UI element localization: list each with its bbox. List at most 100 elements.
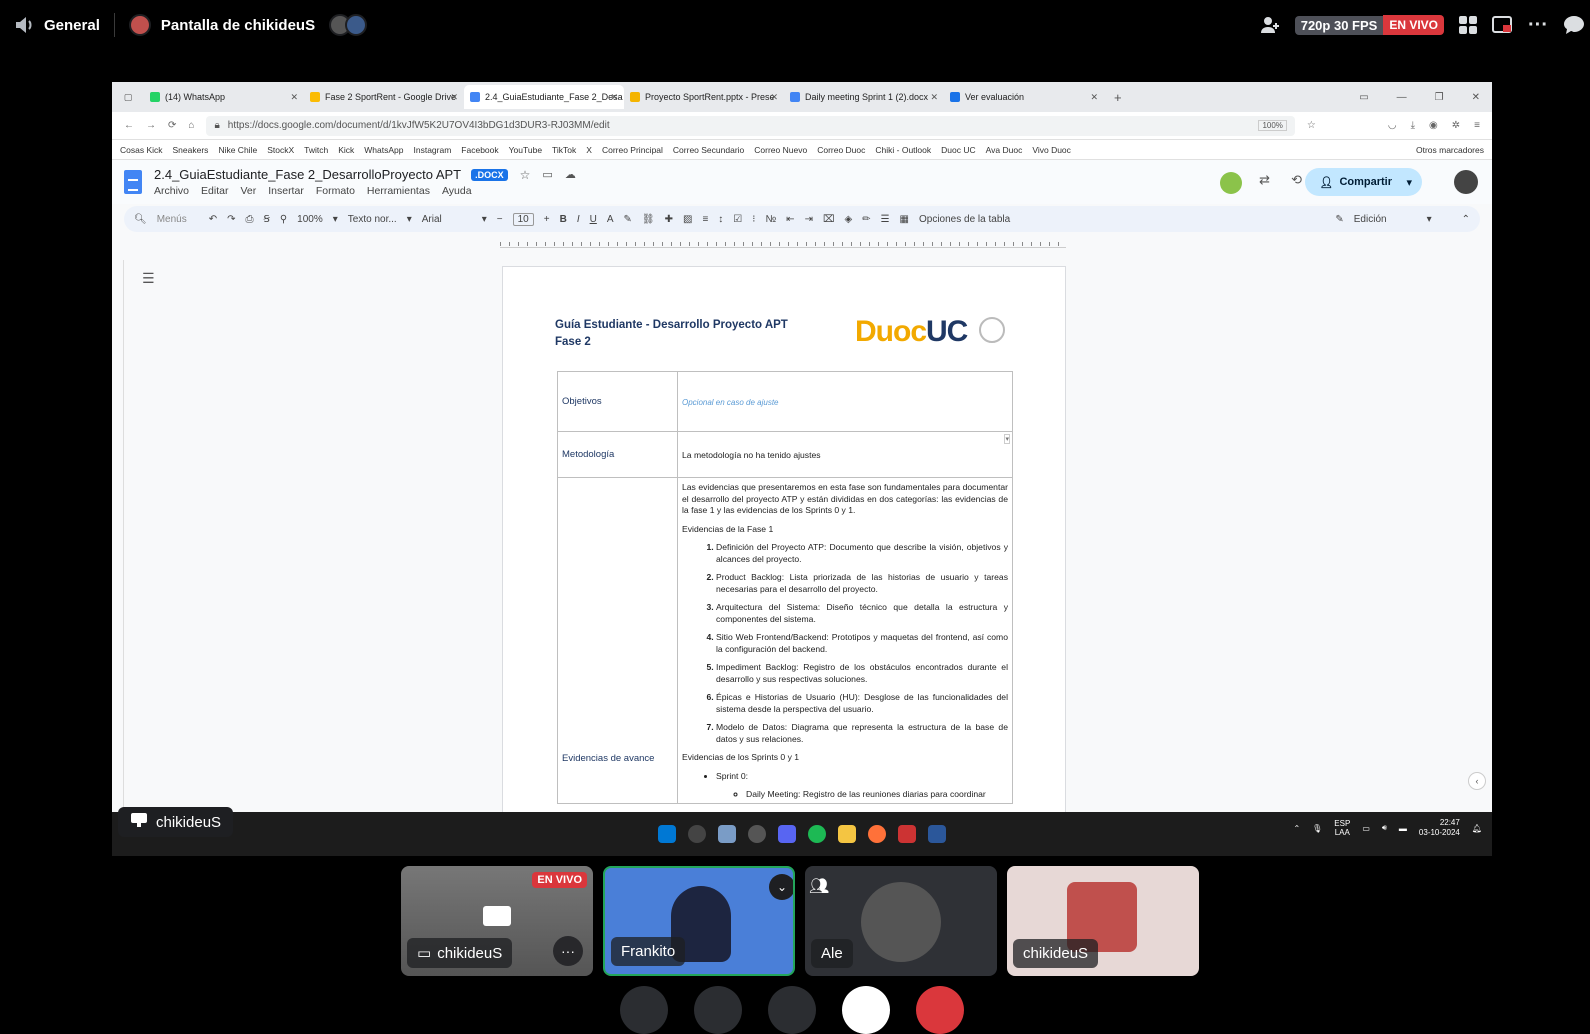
zoom-select[interactable]: 100% xyxy=(297,214,323,225)
bookmark-item[interactable]: Correo Nuevo xyxy=(754,145,807,155)
volume-icon[interactable]: 🔊︎ xyxy=(1382,823,1387,833)
close-window-icon[interactable]: ✕ xyxy=(1472,92,1480,103)
bookmark-item[interactable]: Correo Principal xyxy=(602,145,663,155)
bookmark-item[interactable]: Facebook xyxy=(461,145,498,155)
line-spacing-icon[interactable]: ↕ xyxy=(718,214,723,225)
font-size-input[interactable]: 10 xyxy=(512,212,534,226)
back-icon[interactable]: ← xyxy=(124,120,134,131)
meet-icon[interactable]: ⇄ xyxy=(1259,172,1270,188)
collapse-icon[interactable]: ⌃ xyxy=(1462,214,1470,225)
add-friend-icon[interactable] xyxy=(1259,14,1281,36)
channel-name[interactable]: General xyxy=(44,17,100,34)
numbered-list-icon[interactable]: № xyxy=(765,214,776,225)
bookmark-item[interactable]: Sneakers xyxy=(173,145,209,155)
firefox-icon[interactable] xyxy=(868,825,886,843)
bookmark-item[interactable]: WhatsApp xyxy=(364,145,403,155)
extensions-icon[interactable]: ✲ xyxy=(1452,120,1460,131)
spotify-icon[interactable] xyxy=(808,825,826,843)
menus-search-input[interactable]: Menús xyxy=(157,214,199,225)
other-bookmarks[interactable]: Otros marcadores xyxy=(1416,145,1484,155)
history-icon[interactable]: ⟲ xyxy=(1291,172,1302,188)
notification-icon[interactable]: 🔔︎ xyxy=(1472,824,1482,833)
comment-icon[interactable]: ✚ xyxy=(665,214,673,225)
bookmark-item[interactable]: Instagram xyxy=(414,145,452,155)
close-icon[interactable]: ✕ xyxy=(1090,92,1098,103)
chevron-down-icon[interactable]: ▾ xyxy=(1406,176,1412,189)
vertical-ruler[interactable] xyxy=(112,260,124,856)
tab-whatsapp[interactable]: (14) WhatsApp ✕ xyxy=(144,85,304,109)
text-color-icon[interactable]: A xyxy=(607,214,614,225)
bookmark-item[interactable]: Kick xyxy=(338,145,354,155)
participant-tile[interactable]: EN VIVO ▭ chikideuS ··· xyxy=(401,866,593,976)
folder-icon[interactable] xyxy=(838,825,856,843)
tab-drive[interactable]: Fase 2 SportRent - Google Drive ✕ xyxy=(304,85,464,109)
menu-item[interactable]: Editar xyxy=(201,185,228,197)
grid-layout-icon[interactable] xyxy=(1458,15,1478,35)
mic-button[interactable] xyxy=(620,986,668,1034)
search-icon[interactable]: 🔍︎ xyxy=(134,214,147,225)
border-width-icon[interactable]: ☰ xyxy=(881,214,890,225)
more-options-icon[interactable]: ··· xyxy=(1528,14,1548,37)
menu-item[interactable]: Ayuda xyxy=(442,185,472,197)
bookmark-item[interactable]: Duoc UC xyxy=(941,145,975,155)
metodologia-cell[interactable]: La metodología no ha tenido ajustes ▾ xyxy=(677,431,1013,478)
menu-item[interactable]: Herramientas xyxy=(367,185,430,197)
battery-icon[interactable]: ▬ xyxy=(1399,824,1407,833)
bookmark-item[interactable]: YouTube xyxy=(509,145,542,155)
close-icon[interactable]: ✕ xyxy=(770,92,778,103)
bookmark-item[interactable]: Chiki - Outlook xyxy=(875,145,931,155)
style-select[interactable]: Texto nor... xyxy=(348,214,397,225)
bookmark-item[interactable]: Ava Duoc xyxy=(986,145,1023,155)
tab-daily-meeting[interactable]: Daily meeting Sprint 1 (2).docx ✕ xyxy=(784,85,944,109)
bookmark-item[interactable]: X xyxy=(586,145,592,155)
bookmark-item[interactable]: TikTok xyxy=(552,145,576,155)
pocket-icon[interactable]: ◡ xyxy=(1388,120,1397,131)
chrome-icon[interactable] xyxy=(748,825,766,843)
docs-logo-icon[interactable] xyxy=(124,170,142,194)
app-icon[interactable] xyxy=(898,825,916,843)
activity-button[interactable] xyxy=(842,986,890,1034)
menu-item[interactable]: Insertar xyxy=(268,185,304,197)
undo-icon[interactable]: ↶ xyxy=(209,214,217,225)
tab-evaluacion[interactable]: Ver evaluación ✕ xyxy=(944,85,1104,109)
clear-format-icon[interactable]: ⌧ xyxy=(823,214,835,225)
account-icon[interactable]: ◉ xyxy=(1429,120,1438,131)
move-icon[interactable]: ▭ xyxy=(542,168,552,181)
viewer-avatars[interactable] xyxy=(329,14,368,36)
italic-icon[interactable]: I xyxy=(577,214,580,225)
more-icon[interactable]: ··· xyxy=(553,936,583,966)
search-icon[interactable] xyxy=(688,825,706,843)
menu-item[interactable]: Formato xyxy=(316,185,355,197)
address-input[interactable]: 🔒︎ https://docs.google.com/document/d/1k… xyxy=(206,115,1295,136)
redo-icon[interactable]: ↷ xyxy=(227,214,235,225)
side-panel-toggle-icon[interactable]: ‹ xyxy=(1468,772,1486,790)
cloud-icon[interactable]: ☁ xyxy=(565,168,576,181)
gallery-icon[interactable] xyxy=(718,825,736,843)
tab-presentation[interactable]: Proyecto SportRent.pptx - Prese ✕ xyxy=(624,85,784,109)
image-icon[interactable]: ▨ xyxy=(683,214,692,225)
spellcheck-icon[interactable]: Ꞩ xyxy=(263,214,269,225)
horizontal-ruler[interactable] xyxy=(500,232,1066,248)
document-title[interactable]: 2.4_GuiaEstudiante_Fase 2_DesarrolloProy… xyxy=(154,167,461,182)
close-icon[interactable]: ✕ xyxy=(290,92,298,103)
print-icon[interactable]: ⎙ xyxy=(245,214,253,225)
share-button[interactable]: 👤︎ Compartir ▾ xyxy=(1305,168,1422,196)
participant-tile[interactable]: Frankito ⌄ xyxy=(603,866,795,976)
bookmark-item[interactable]: Vivo Duoc xyxy=(1032,145,1071,155)
menu-item[interactable]: Archivo xyxy=(154,185,189,197)
share-screen-button[interactable] xyxy=(768,986,816,1034)
indent-more-icon[interactable]: ⇥ xyxy=(805,214,813,225)
document-page[interactable]: Guía Estudiante - Desarrollo Proyecto AP… xyxy=(502,266,1066,826)
border-color-icon[interactable]: ✏ xyxy=(862,214,870,225)
font-select[interactable]: Arial xyxy=(422,214,472,225)
participant-tile[interactable]: 👥︎ Ale xyxy=(805,866,997,976)
start-icon[interactable] xyxy=(658,825,676,843)
disconnect-button[interactable] xyxy=(916,986,964,1034)
bookmark-item[interactable]: Correo Secundario xyxy=(673,145,744,155)
evidencias-cell[interactable]: Las evidencias que presentaremos en esta… xyxy=(677,477,1013,804)
menu-icon[interactable]: ≡ xyxy=(1474,120,1480,131)
tab-overview-icon[interactable]: ▢ xyxy=(112,92,144,103)
star-icon[interactable]: ☆ xyxy=(1307,120,1316,131)
network-icon[interactable]: ▭ xyxy=(1362,824,1370,833)
discord-icon[interactable] xyxy=(778,825,796,843)
